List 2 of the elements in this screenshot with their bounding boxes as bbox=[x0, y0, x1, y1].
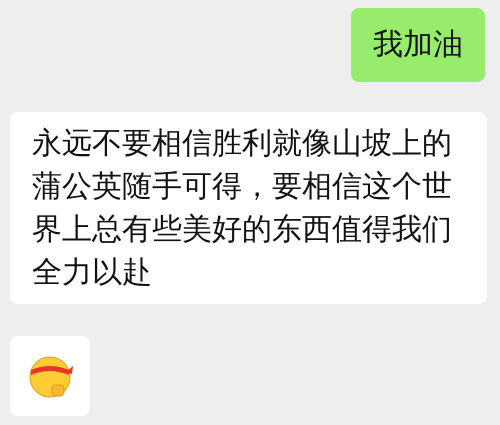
message-bubble: 永远不要相信胜利就像山坡上的蒲公英随手可得，要相信这个世界上总有些美好的东西值得我们全力以赴 bbox=[10, 112, 487, 304]
message-bubble: 我加油 bbox=[351, 8, 485, 82]
